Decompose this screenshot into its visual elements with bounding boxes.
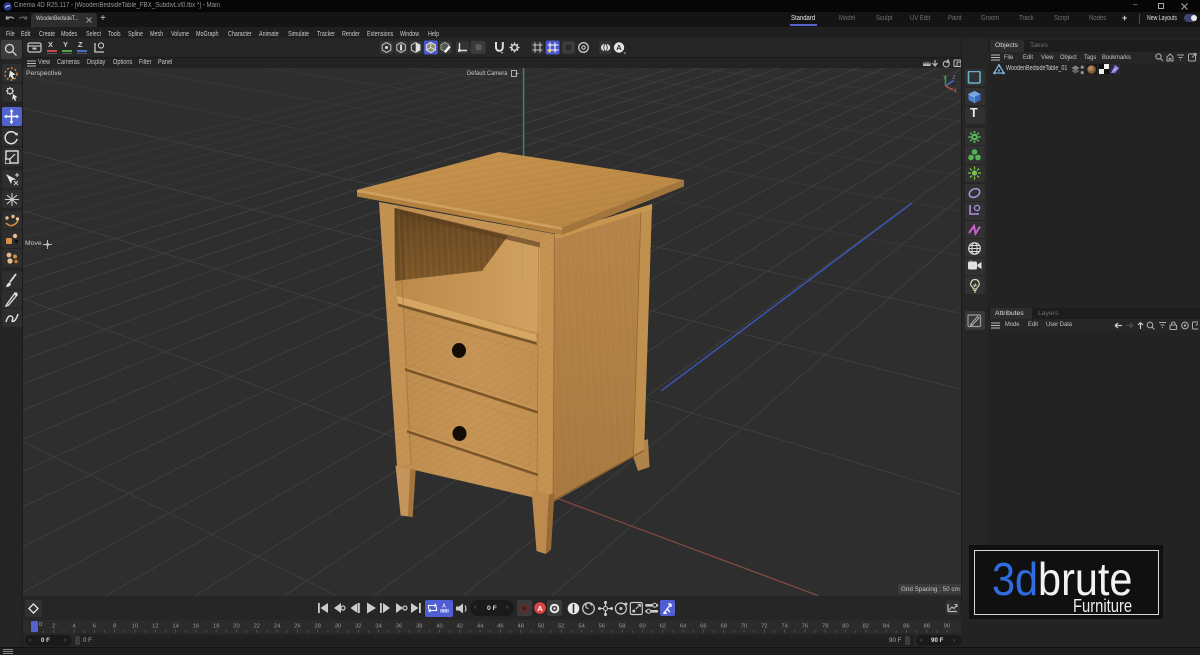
svg-text:22: 22 xyxy=(254,624,260,630)
svg-text:18: 18 xyxy=(213,624,219,630)
svg-text:2: 2 xyxy=(52,624,55,630)
svg-text:84: 84 xyxy=(883,624,890,630)
svg-text:A: A xyxy=(537,604,543,613)
svg-text:80: 80 xyxy=(842,624,848,630)
svg-text:46: 46 xyxy=(497,624,503,630)
svg-text:42: 42 xyxy=(457,624,463,630)
svg-text:14: 14 xyxy=(172,624,179,630)
svg-text:24: 24 xyxy=(274,624,281,630)
svg-text:6: 6 xyxy=(93,624,96,630)
svg-text:28: 28 xyxy=(314,624,320,630)
svg-text:8: 8 xyxy=(113,624,116,630)
svg-text:78: 78 xyxy=(822,624,828,630)
svg-text:34: 34 xyxy=(375,624,382,630)
svg-text:64: 64 xyxy=(680,624,687,630)
svg-text:74: 74 xyxy=(781,624,788,630)
svg-text:A: A xyxy=(616,43,622,52)
svg-text:50: 50 xyxy=(538,624,544,630)
svg-text:66: 66 xyxy=(700,624,706,630)
svg-text:82: 82 xyxy=(863,624,869,630)
svg-text:40: 40 xyxy=(436,624,442,630)
svg-text:58: 58 xyxy=(619,624,625,630)
svg-text:70: 70 xyxy=(741,624,747,630)
svg-text:86: 86 xyxy=(903,624,909,630)
svg-text:30: 30 xyxy=(335,624,341,630)
svg-text:68: 68 xyxy=(720,624,726,630)
svg-text:38: 38 xyxy=(416,624,422,630)
svg-text:76: 76 xyxy=(802,624,808,630)
svg-text:26: 26 xyxy=(294,624,300,630)
svg-text:72: 72 xyxy=(761,624,767,630)
svg-text:36: 36 xyxy=(396,624,402,630)
svg-text:44: 44 xyxy=(477,624,484,630)
svg-text:X: X xyxy=(954,89,958,95)
svg-text:54: 54 xyxy=(578,624,585,630)
svg-text:52: 52 xyxy=(558,624,564,630)
svg-text:Z: Z xyxy=(953,75,956,81)
svg-text:12: 12 xyxy=(152,624,158,630)
svg-text:48: 48 xyxy=(517,624,523,630)
svg-text:88: 88 xyxy=(923,624,929,630)
svg-text:62: 62 xyxy=(660,624,666,630)
svg-text:4: 4 xyxy=(72,624,76,630)
svg-text:56: 56 xyxy=(599,624,605,630)
svg-text:60: 60 xyxy=(639,624,645,630)
svg-text:10: 10 xyxy=(132,624,138,630)
svg-text:20: 20 xyxy=(233,624,239,630)
svg-text:16: 16 xyxy=(193,624,199,630)
svg-text:90: 90 xyxy=(944,624,950,630)
svg-text:Y: Y xyxy=(943,76,947,82)
svg-text:A: A xyxy=(442,604,446,610)
svg-text:32: 32 xyxy=(355,624,361,630)
